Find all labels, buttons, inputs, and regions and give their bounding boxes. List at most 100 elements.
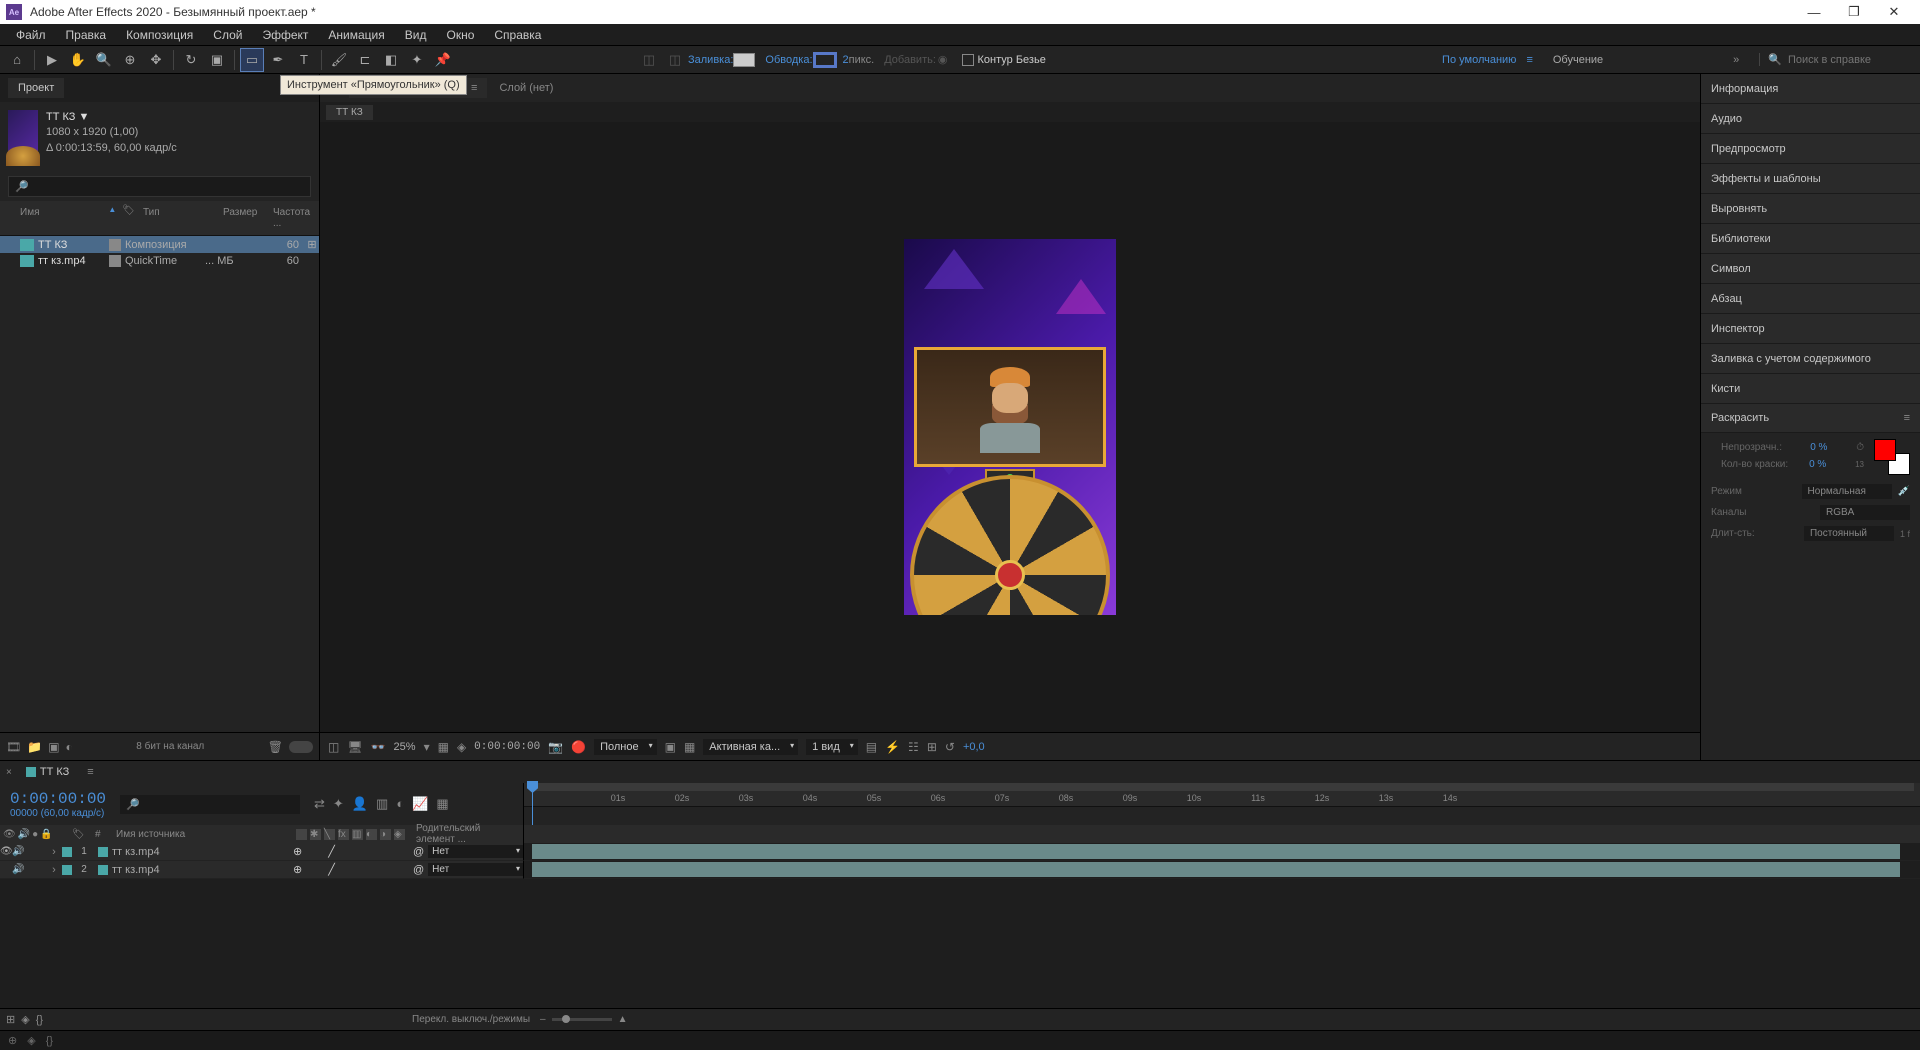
minimize-button[interactable]: — bbox=[1794, 0, 1834, 24]
view-dropdown[interactable]: 1 вид bbox=[806, 739, 858, 755]
panel-content-aware-fill[interactable]: Заливка с учетом содержимого bbox=[1701, 344, 1920, 374]
project-item-video[interactable]: тт кз.mp4 QuickTime ... МБ 60 bbox=[0, 253, 319, 269]
interpret-icon[interactable]: 🎞 bbox=[6, 740, 21, 754]
comp-mini-flowchart-icon[interactable]: ⇄ bbox=[314, 796, 325, 812]
mode-collapse-icon[interactable]: ✱ bbox=[310, 829, 321, 840]
rectangle-tool-icon[interactable]: ▭ bbox=[240, 48, 264, 72]
col-solo-icon[interactable]: ● bbox=[32, 829, 38, 840]
parent-dropdown[interactable]: Нет bbox=[428, 845, 523, 858]
tab-menu-icon[interactable]: ≡ bbox=[471, 82, 477, 94]
timeline-playhead[interactable] bbox=[532, 783, 533, 825]
mode-adjust-icon[interactable]: ◑ bbox=[380, 829, 391, 840]
paint-panel-header[interactable]: Раскрасить ≡ bbox=[1701, 404, 1920, 433]
status-icon-2[interactable]: ◈ bbox=[27, 1034, 35, 1047]
flowchart-icon[interactable]: ⊞ bbox=[927, 740, 937, 754]
folder-icon[interactable]: 📁 bbox=[27, 740, 42, 754]
alpha-icon[interactable]: ◫ bbox=[328, 740, 339, 754]
menu-file[interactable]: Файл bbox=[6, 25, 56, 45]
grid-icon[interactable]: ▦ bbox=[438, 740, 449, 754]
mode-shy-icon[interactable] bbox=[296, 829, 307, 840]
menu-effect[interactable]: Эффект bbox=[252, 25, 318, 45]
trash-icon[interactable]: 🗑 bbox=[268, 740, 283, 754]
layer-color[interactable] bbox=[62, 865, 72, 875]
col-size[interactable]: Размер bbox=[219, 205, 269, 231]
selection-tool-icon[interactable]: ▶ bbox=[40, 48, 64, 72]
menu-help[interactable]: Справка bbox=[484, 25, 551, 45]
camera-dropdown[interactable]: Активная ка... bbox=[703, 739, 798, 755]
bit-depth[interactable]: 8 бит на канал bbox=[136, 741, 204, 752]
layer-duration-bar[interactable] bbox=[532, 844, 1900, 859]
panel-inspector[interactable]: Инспектор bbox=[1701, 314, 1920, 344]
stroke-label[interactable]: Обводка: bbox=[765, 54, 812, 66]
layer-expand-icon[interactable]: › bbox=[48, 846, 60, 858]
collapse-panels-icon[interactable]: » bbox=[1733, 54, 1739, 66]
graph-editor-icon[interactable]: 📈 bbox=[412, 796, 428, 812]
reset-exposure-icon[interactable]: ↺ bbox=[945, 740, 955, 754]
mode-dropdown[interactable]: Нормальная bbox=[1802, 484, 1892, 499]
shy-icon[interactable]: 👤 bbox=[352, 796, 368, 812]
stroke-swatch[interactable] bbox=[813, 52, 837, 68]
amount-value[interactable]: 0 % bbox=[1809, 459, 1849, 470]
sort-icon[interactable]: ▲ bbox=[108, 205, 116, 231]
opacity-value[interactable]: 0 % bbox=[1810, 442, 1850, 453]
exposure-value[interactable]: +0,0 bbox=[963, 741, 985, 753]
panel-preview[interactable]: Предпросмотр bbox=[1701, 134, 1920, 164]
status-icon-3[interactable]: {} bbox=[46, 1035, 53, 1047]
menu-composition[interactable]: Композиция bbox=[116, 25, 203, 45]
parent-pickwhip-icon[interactable]: @ bbox=[413, 864, 424, 876]
layer-expand-icon[interactable]: › bbox=[48, 864, 60, 876]
close-timeline-tab-icon[interactable]: × bbox=[6, 767, 12, 778]
zoom-dropdown-icon[interactable]: ▾ bbox=[424, 740, 430, 754]
composition-viewer[interactable] bbox=[320, 122, 1700, 732]
timeline-search[interactable]: 🔎 bbox=[120, 795, 300, 814]
roi-icon[interactable]: ▣ bbox=[665, 740, 676, 754]
project-search[interactable]: 🔎 bbox=[8, 176, 311, 197]
mode-fx-icon[interactable]: fx bbox=[338, 829, 349, 840]
roto-tool-icon[interactable]: ✦ bbox=[405, 48, 429, 72]
brush-tool-icon[interactable]: 🖌 bbox=[327, 48, 351, 72]
eraser-tool-icon[interactable]: ◧ bbox=[379, 48, 403, 72]
foreground-color[interactable] bbox=[1874, 439, 1896, 461]
col-eye-icon[interactable]: 👁 bbox=[3, 829, 16, 840]
tag-icon[interactable]: 🏷 bbox=[122, 205, 135, 231]
project-item-comp[interactable]: ТТ КЗ Композиция 60 ⊞ bbox=[0, 236, 319, 253]
menu-view[interactable]: Вид bbox=[395, 25, 437, 45]
fill-swatch[interactable] bbox=[733, 53, 755, 67]
panel-effects[interactable]: Эффекты и шаблоны bbox=[1701, 164, 1920, 194]
paint-menu-icon[interactable]: ≡ bbox=[1904, 412, 1910, 424]
close-button[interactable]: ✕ bbox=[1874, 0, 1914, 24]
mask-icon[interactable]: ◈ bbox=[457, 740, 466, 754]
col-parent[interactable]: Родительский элемент ... bbox=[413, 823, 523, 845]
mode-frame-blend-icon[interactable]: ▥ bbox=[352, 829, 363, 840]
duration-dropdown[interactable]: Постоянный bbox=[1804, 526, 1894, 541]
panel-libraries[interactable]: Библиотеки bbox=[1701, 224, 1920, 254]
col-lock-icon[interactable]: 🔒 bbox=[40, 829, 52, 840]
panel-brushes[interactable]: Кисти bbox=[1701, 374, 1920, 404]
new-comp-icon[interactable]: ▣ bbox=[48, 740, 59, 754]
snapshot-icon[interactable]: 📷 bbox=[548, 740, 563, 754]
timeline-zoom[interactable]: – ▲ bbox=[540, 1014, 627, 1025]
layer-quality[interactable]: ╱ bbox=[328, 863, 335, 876]
stopwatch-icon[interactable]: ⏱ bbox=[1856, 442, 1864, 453]
home-tool-icon[interactable]: ⌂ bbox=[5, 48, 29, 72]
camera-tool-icon[interactable]: ▣ bbox=[205, 48, 229, 72]
workspace-menu-icon[interactable]: ≡ bbox=[1526, 54, 1532, 66]
layer-tab[interactable]: Слой (нет) bbox=[499, 82, 553, 94]
layer-name[interactable]: тт кз.mp4 bbox=[94, 864, 293, 876]
parent-pickwhip-icon[interactable]: @ bbox=[413, 846, 424, 858]
pan-behind-tool-icon[interactable]: ✥ bbox=[144, 48, 168, 72]
channels-dropdown[interactable]: RGBA bbox=[1820, 505, 1910, 520]
zoom-in-icon[interactable]: ▲ bbox=[618, 1014, 628, 1025]
layer-color[interactable] bbox=[62, 847, 72, 857]
snap-icon[interactable]: ◫ bbox=[637, 48, 661, 72]
panel-info[interactable]: Информация bbox=[1701, 74, 1920, 104]
frame-blend-icon[interactable]: ▥ bbox=[376, 796, 388, 812]
timeline-search-input[interactable] bbox=[140, 798, 294, 810]
menu-animation[interactable]: Анимация bbox=[318, 25, 394, 45]
comp-subtab[interactable]: ТТ КЗ bbox=[326, 105, 373, 120]
layer-audio-icon[interactable]: 🔊 bbox=[12, 846, 24, 857]
layer-eye-icon[interactable]: 👁 bbox=[0, 846, 12, 857]
timeline-timecode[interactable]: 0:00:00:00 bbox=[10, 790, 106, 808]
timeline-tab[interactable]: ТТ КЗ bbox=[18, 763, 77, 781]
pen-tool-icon[interactable]: ✒ bbox=[266, 48, 290, 72]
